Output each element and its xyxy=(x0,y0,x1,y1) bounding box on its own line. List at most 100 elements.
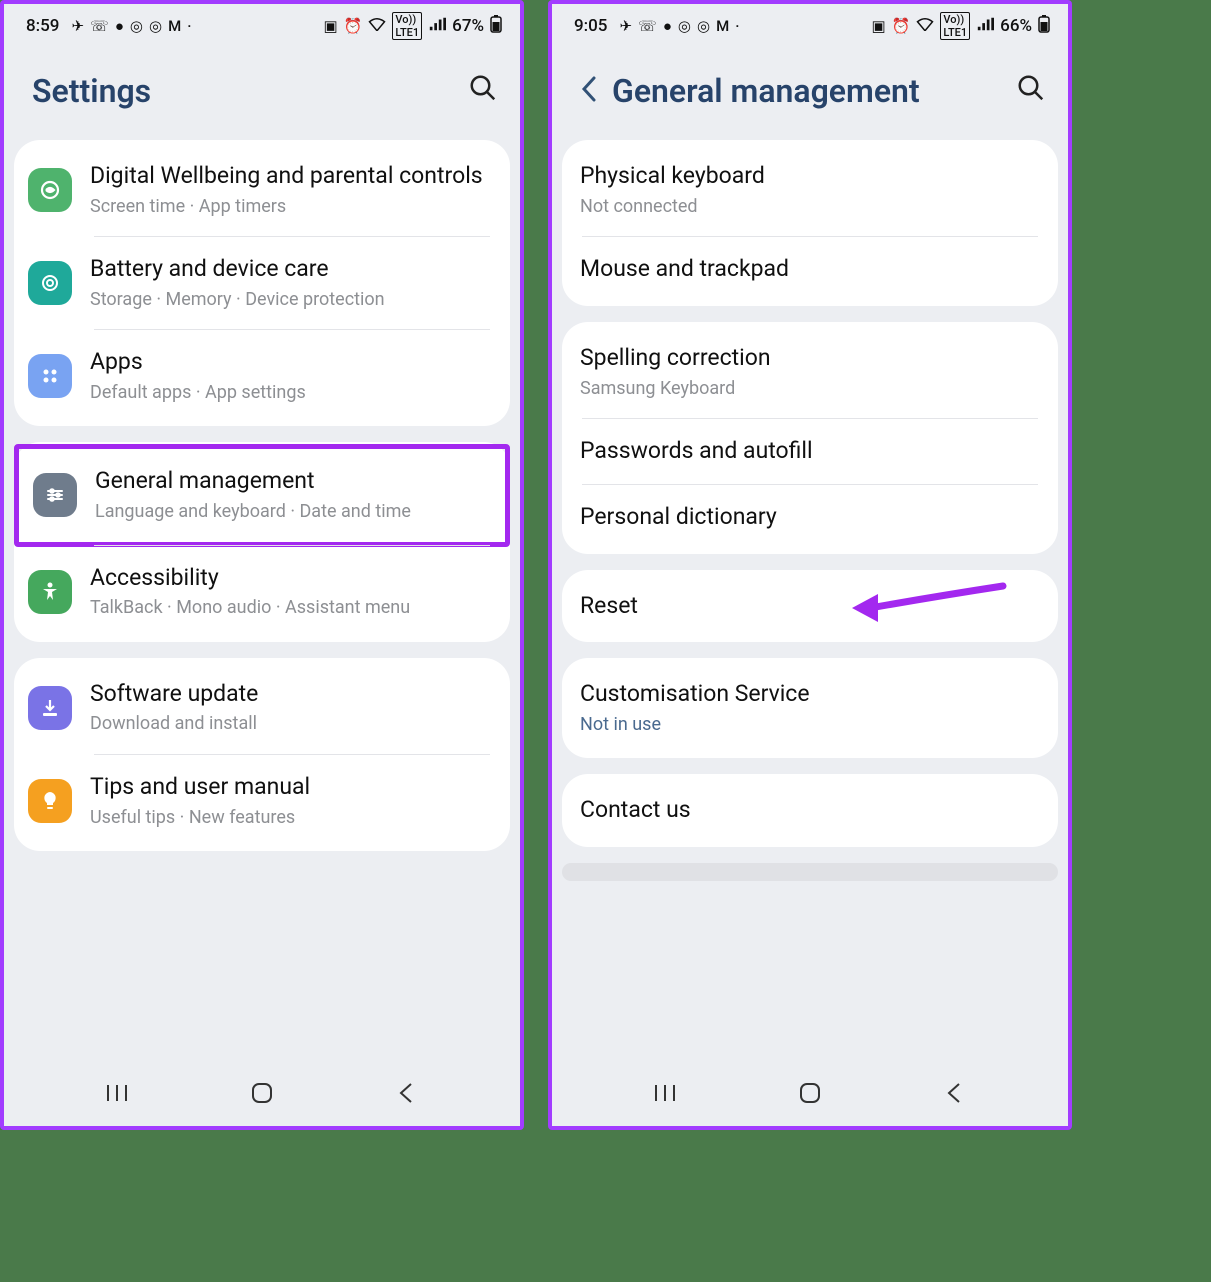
row-label: Apps xyxy=(90,348,490,377)
header: Settings xyxy=(4,44,520,140)
status-bar: 8:59 ✈ ☏ ● ◎ ◎ M · ▣ ⏰ Vo))LTE1 67% xyxy=(4,4,520,44)
status-time: 9:05 xyxy=(574,16,607,36)
row-software-update[interactable]: Software update Download and install xyxy=(14,662,510,754)
row-label: Reset xyxy=(580,592,1038,621)
volte-icon: Vo))LTE1 xyxy=(940,12,970,40)
search-icon[interactable] xyxy=(468,73,498,110)
gmail-icon: M xyxy=(716,17,729,35)
row-sub: Download and install xyxy=(90,712,490,735)
row-label: Mouse and trackpad xyxy=(580,255,1038,284)
nav-bar xyxy=(4,1062,520,1126)
nav-back[interactable] xyxy=(930,1078,980,1108)
row-label: Spelling correction xyxy=(580,344,1038,373)
row-label: Tips and user manual xyxy=(90,773,490,802)
row-label: Passwords and autofill xyxy=(580,437,1038,466)
row-mouse-trackpad[interactable]: Mouse and trackpad xyxy=(562,237,1058,302)
chat-icon: ● xyxy=(663,17,672,35)
row-label: Battery and device care xyxy=(90,255,490,284)
settings-group-3: Software update Download and install Tip… xyxy=(14,658,510,851)
highlight-annotation: General management Language and keyboard… xyxy=(14,444,510,546)
settings-group-2: General management Language and keyboard… xyxy=(14,442,510,641)
signal-icon xyxy=(428,17,446,35)
row-label: Physical keyboard xyxy=(580,162,1038,191)
tips-icon xyxy=(28,779,72,823)
row-sub: Useful tips · New features xyxy=(90,806,490,829)
settings-list: Digital Wellbeing and parental controls … xyxy=(4,140,520,1062)
instagram-icon: ◎ xyxy=(678,17,691,35)
row-reset[interactable]: Reset xyxy=(562,574,1058,639)
row-contact-us[interactable]: Contact us xyxy=(562,778,1058,843)
general-icon xyxy=(33,473,77,517)
camera-icon: ◎ xyxy=(697,17,710,35)
nav-recents[interactable] xyxy=(640,1078,690,1108)
row-device-care[interactable]: Battery and device care Storage · Memory… xyxy=(14,237,510,329)
row-label: Customisation Service xyxy=(580,680,1038,709)
battery-saver-icon: ▣ xyxy=(324,17,338,35)
signal-icon xyxy=(976,17,994,35)
row-label: Digital Wellbeing and parental controls xyxy=(90,162,490,191)
peek-card xyxy=(562,863,1058,881)
gm-group-3: Reset xyxy=(562,570,1058,643)
devicecare-icon xyxy=(28,261,72,305)
page-title: Settings xyxy=(32,72,454,110)
row-spelling-correction[interactable]: Spelling correction Samsung Keyboard xyxy=(562,326,1058,418)
row-sub: Not in use xyxy=(580,713,1038,736)
battery-saver-icon: ▣ xyxy=(872,17,886,35)
chat-icon: ● xyxy=(115,17,124,35)
row-label: Software update xyxy=(90,680,490,709)
row-sub: Samsung Keyboard xyxy=(580,377,1038,400)
gm-group-2: Spelling correction Samsung Keyboard Pas… xyxy=(562,322,1058,554)
wellbeing-icon xyxy=(28,168,72,212)
nav-recents[interactable] xyxy=(92,1078,142,1108)
wifi-icon xyxy=(368,17,386,35)
status-bar: 9:05 ✈ ☏ ● ◎ ◎ M · ▣ ⏰ Vo))LTE1 66% xyxy=(552,4,1068,44)
page-title: General management xyxy=(612,72,1002,110)
row-sub: Not connected xyxy=(580,195,1038,218)
volte-icon: Vo))LTE1 xyxy=(392,12,422,40)
row-tips[interactable]: Tips and user manual Useful tips · New f… xyxy=(14,755,510,847)
alarm-icon: ⏰ xyxy=(344,17,363,35)
row-label: General management xyxy=(95,467,485,496)
row-sub: Default apps · App settings xyxy=(90,381,490,404)
row-apps[interactable]: Apps Default apps · App settings xyxy=(14,330,510,422)
phone-right: 9:05 ✈ ☏ ● ◎ ◎ M · ▣ ⏰ Vo))LTE1 66% xyxy=(548,0,1072,1130)
accessibility-icon xyxy=(28,570,72,614)
wifi-icon xyxy=(916,17,934,35)
phone-left: 8:59 ✈ ☏ ● ◎ ◎ M · ▣ ⏰ Vo))LTE1 67% Set xyxy=(0,0,524,1130)
telegram-icon: ✈ xyxy=(71,17,84,35)
back-button[interactable] xyxy=(580,74,598,109)
row-digital-wellbeing[interactable]: Digital Wellbeing and parental controls … xyxy=(14,144,510,236)
row-accessibility[interactable]: Accessibility TalkBack · Mono audio · As… xyxy=(14,546,510,638)
apps-icon xyxy=(28,354,72,398)
row-label: Contact us xyxy=(580,796,1038,825)
search-icon[interactable] xyxy=(1016,73,1046,110)
battery-percent: 67% xyxy=(452,16,484,36)
battery-icon xyxy=(1038,15,1050,37)
more-icon: · xyxy=(187,17,191,35)
row-passwords-autofill[interactable]: Passwords and autofill xyxy=(562,419,1058,484)
battery-icon xyxy=(490,15,502,37)
row-label: Accessibility xyxy=(90,564,490,593)
gm-group-1: Physical keyboard Not connected Mouse an… xyxy=(562,140,1058,306)
status-time: 8:59 xyxy=(26,16,59,36)
header: General management xyxy=(552,44,1068,140)
row-customisation-service[interactable]: Customisation Service Not in use xyxy=(562,662,1058,754)
row-physical-keyboard[interactable]: Physical keyboard Not connected xyxy=(562,144,1058,236)
gm-group-5: Contact us xyxy=(562,774,1058,847)
gmail-icon: M xyxy=(168,17,181,35)
nav-home[interactable] xyxy=(237,1078,287,1108)
whatsapp-icon: ☏ xyxy=(638,17,657,35)
nav-home[interactable] xyxy=(785,1078,835,1108)
nav-bar xyxy=(552,1062,1068,1126)
row-sub: Language and keyboard · Date and time xyxy=(95,500,485,523)
row-general-management[interactable]: General management Language and keyboard… xyxy=(19,449,505,541)
gm-group-4: Customisation Service Not in use xyxy=(562,658,1058,758)
battery-percent: 66% xyxy=(1000,16,1032,36)
whatsapp-icon: ☏ xyxy=(90,17,109,35)
nav-back[interactable] xyxy=(382,1078,432,1108)
camera-icon: ◎ xyxy=(149,17,162,35)
row-sub: Storage · Memory · Device protection xyxy=(90,288,490,311)
row-sub: Screen time · App timers xyxy=(90,195,490,218)
settings-group-1: Digital Wellbeing and parental controls … xyxy=(14,140,510,426)
row-personal-dictionary[interactable]: Personal dictionary xyxy=(562,485,1058,550)
